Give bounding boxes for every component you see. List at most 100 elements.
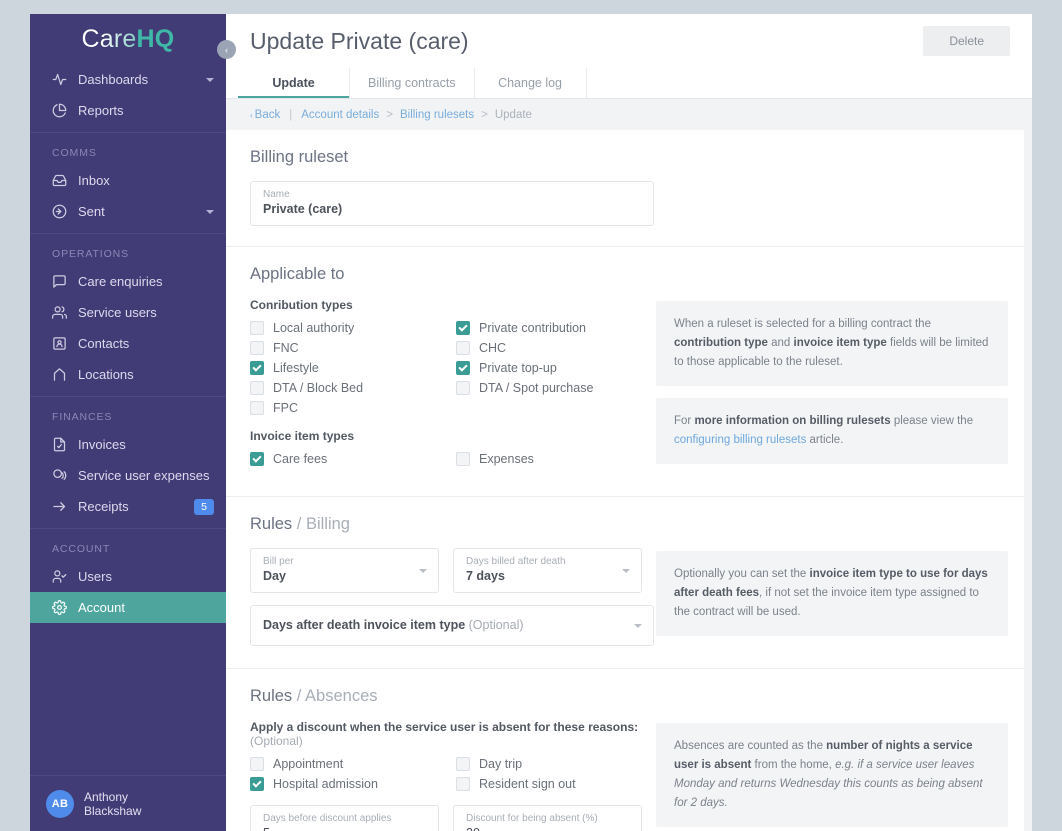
sidebar-group-primary: Dashboards Reports xyxy=(30,64,226,126)
checkbox-box[interactable] xyxy=(456,757,470,771)
checkbox-appointment[interactable]: Appointment xyxy=(250,757,456,771)
checkbox-day-trip[interactable]: Day trip xyxy=(456,757,662,771)
section-title-rules-billing: Rules / Billing xyxy=(250,515,642,534)
chevron-down-icon[interactable] xyxy=(622,568,630,573)
form-scroll-area[interactable]: Billing ruleset Name Private (care) Appl… xyxy=(226,130,1032,831)
configuring-billing-rulesets-link[interactable]: configuring billing rulesets xyxy=(674,434,806,446)
checkbox-dta-spot-purchase[interactable]: DTA / Spot purchase xyxy=(456,381,662,395)
checkbox-box[interactable] xyxy=(456,452,470,466)
discount-for-being-absent-label: Discount for being absent (%) xyxy=(466,813,598,824)
checkbox-box[interactable] xyxy=(250,381,264,395)
sidebar-item-contacts[interactable]: Contacts xyxy=(30,328,226,359)
sidebar-item-label: Service user expenses xyxy=(78,468,210,483)
delete-button[interactable]: Delete xyxy=(923,26,1010,56)
tab-change-log[interactable]: Change log xyxy=(475,68,587,98)
checkbox-box[interactable] xyxy=(456,777,470,791)
checkbox-label: FPC xyxy=(273,401,298,415)
bill-per-value: Day xyxy=(263,569,286,583)
help-text-part: article. xyxy=(806,434,844,446)
checkbox-box[interactable] xyxy=(250,757,264,771)
activity-icon xyxy=(52,72,72,87)
back-arrow-icon: ‹ xyxy=(250,110,253,120)
sidebar-item-locations[interactable]: Locations xyxy=(30,359,226,390)
users-icon xyxy=(52,305,72,320)
contribution-types-group: Local authority Private contribution FNC xyxy=(250,321,642,415)
days-after-death-invoice-item-type-select[interactable]: Days after death invoice item type (Opti… xyxy=(250,605,654,646)
checkbox-resident-sign-out[interactable]: Resident sign out xyxy=(456,777,662,791)
sidebar-item-label: Sent xyxy=(78,204,105,219)
user-check-icon xyxy=(52,569,72,584)
sidebar-item-users[interactable]: Users xyxy=(30,561,226,592)
breadcrumb-item-billing-rulesets[interactable]: Billing rulesets xyxy=(400,109,474,121)
checkbox-fnc[interactable]: FNC xyxy=(250,341,456,355)
user-menu[interactable]: AB Anthony Blackshaw xyxy=(30,775,226,831)
name-input[interactable]: Name Private (care) xyxy=(250,181,654,226)
inbox-icon xyxy=(52,173,72,188)
chevron-down-icon[interactable] xyxy=(634,623,642,628)
sidebar-item-care-enquiries[interactable]: Care enquiries xyxy=(30,266,226,297)
absence-reasons-label-text: Apply a discount when the service user i… xyxy=(250,720,639,734)
sidebar-item-service-user-expenses[interactable]: Service user expenses xyxy=(30,460,226,491)
brand-logo[interactable]: CareHQ xyxy=(30,14,226,64)
sidebar: CareHQ Dashboards Reports COMMS Inbox Se… xyxy=(30,14,236,831)
sidebar-item-receipts[interactable]: Receipts 5 xyxy=(30,491,226,522)
days-billed-after-death-select[interactable]: Days billed after death 7 days xyxy=(453,548,642,593)
user-name: Anthony Blackshaw xyxy=(84,790,141,818)
sidebar-item-account[interactable]: Account xyxy=(30,592,226,623)
contribution-types-label: Conribution types xyxy=(250,298,353,312)
checkbox-private-top-up[interactable]: Private top-up xyxy=(456,361,662,375)
checkbox-box[interactable] xyxy=(250,401,264,415)
breadcrumb-item-account-details[interactable]: Account details xyxy=(301,109,379,121)
checkbox-box[interactable] xyxy=(456,341,470,355)
section-applicable-to: Applicable to Conribution types Local au… xyxy=(226,247,1032,497)
checkbox-chc[interactable]: CHC xyxy=(456,341,662,355)
checkbox-expenses[interactable]: Expenses xyxy=(456,452,662,466)
checkbox-box[interactable] xyxy=(456,361,470,375)
checkbox-label: Resident sign out xyxy=(479,777,576,791)
checkbox-box[interactable] xyxy=(250,321,264,335)
checkbox-lifestyle[interactable]: Lifestyle xyxy=(250,361,456,375)
checkbox-box[interactable] xyxy=(456,381,470,395)
breadcrumb-back-label: Back xyxy=(254,108,281,121)
sidebar-collapse-button[interactable]: ‹ xyxy=(217,40,236,59)
tab-update[interactable]: Update xyxy=(238,68,350,98)
checkbox-box[interactable] xyxy=(250,341,264,355)
chevron-down-icon[interactable] xyxy=(206,209,214,214)
chevron-down-icon[interactable] xyxy=(206,77,214,82)
checkbox-hospital-admission[interactable]: Hospital admission xyxy=(250,777,456,791)
checkbox-local-authority[interactable]: Local authority xyxy=(250,321,456,335)
checkbox-dta-block-bed[interactable]: DTA / Block Bed xyxy=(250,381,456,395)
checkbox-box[interactable] xyxy=(250,361,264,375)
tab-billing-contracts[interactable]: Billing contracts xyxy=(350,68,475,98)
vertical-scrollbar[interactable] xyxy=(1024,130,1032,831)
bill-per-select[interactable]: Bill per Day xyxy=(250,548,439,593)
sidebar-item-dashboards[interactable]: Dashboards xyxy=(30,64,226,95)
days-after-death-invoice-item-type-value: Days after death invoice item type (Opti… xyxy=(263,617,641,634)
sidebar-item-service-users[interactable]: Service users xyxy=(30,297,226,328)
user-first-name: Anthony xyxy=(84,789,129,804)
sidebar-group-comms: COMMS Inbox Sent xyxy=(30,133,226,227)
topbar-actions: Delete xyxy=(923,26,1010,56)
sidebar-item-invoices[interactable]: Service user expenses Invoices xyxy=(30,429,226,460)
breadcrumb-back-link[interactable]: ‹ Back xyxy=(250,109,280,121)
checkbox-private-contribution[interactable]: Private contribution xyxy=(456,321,662,335)
checkbox-care-fees[interactable]: Care fees xyxy=(250,452,456,466)
checkbox-fpc[interactable]: FPC xyxy=(250,401,456,415)
logo-hq-text: HQ xyxy=(136,24,175,53)
sidebar-group-label-comms: COMMS xyxy=(52,147,97,159)
select-placeholder-text: Days after death invoice item type xyxy=(263,618,466,632)
section-aside: Absences are counted as the number of ni… xyxy=(656,687,1008,831)
section-title-applicable-to: Applicable to xyxy=(250,265,345,283)
days-before-discount-input[interactable]: Days before discount applies 5 xyxy=(250,805,439,831)
sidebar-item-inbox[interactable]: Inbox xyxy=(30,165,226,196)
checkbox-box[interactable] xyxy=(250,777,264,791)
checkbox-box[interactable] xyxy=(250,452,264,466)
section-rules-absences: Rules / Absences Apply a discount when t… xyxy=(226,669,1032,831)
chevron-down-icon[interactable] xyxy=(419,568,427,573)
checkbox-box[interactable] xyxy=(456,321,470,335)
sidebar-item-reports[interactable]: Reports xyxy=(30,95,226,126)
sidebar-item-sent[interactable]: Sent xyxy=(30,196,226,227)
discount-for-being-absent-input[interactable]: Discount for being absent (%) 20 xyxy=(453,805,642,831)
sidebar-item-label: Contacts xyxy=(78,336,130,351)
